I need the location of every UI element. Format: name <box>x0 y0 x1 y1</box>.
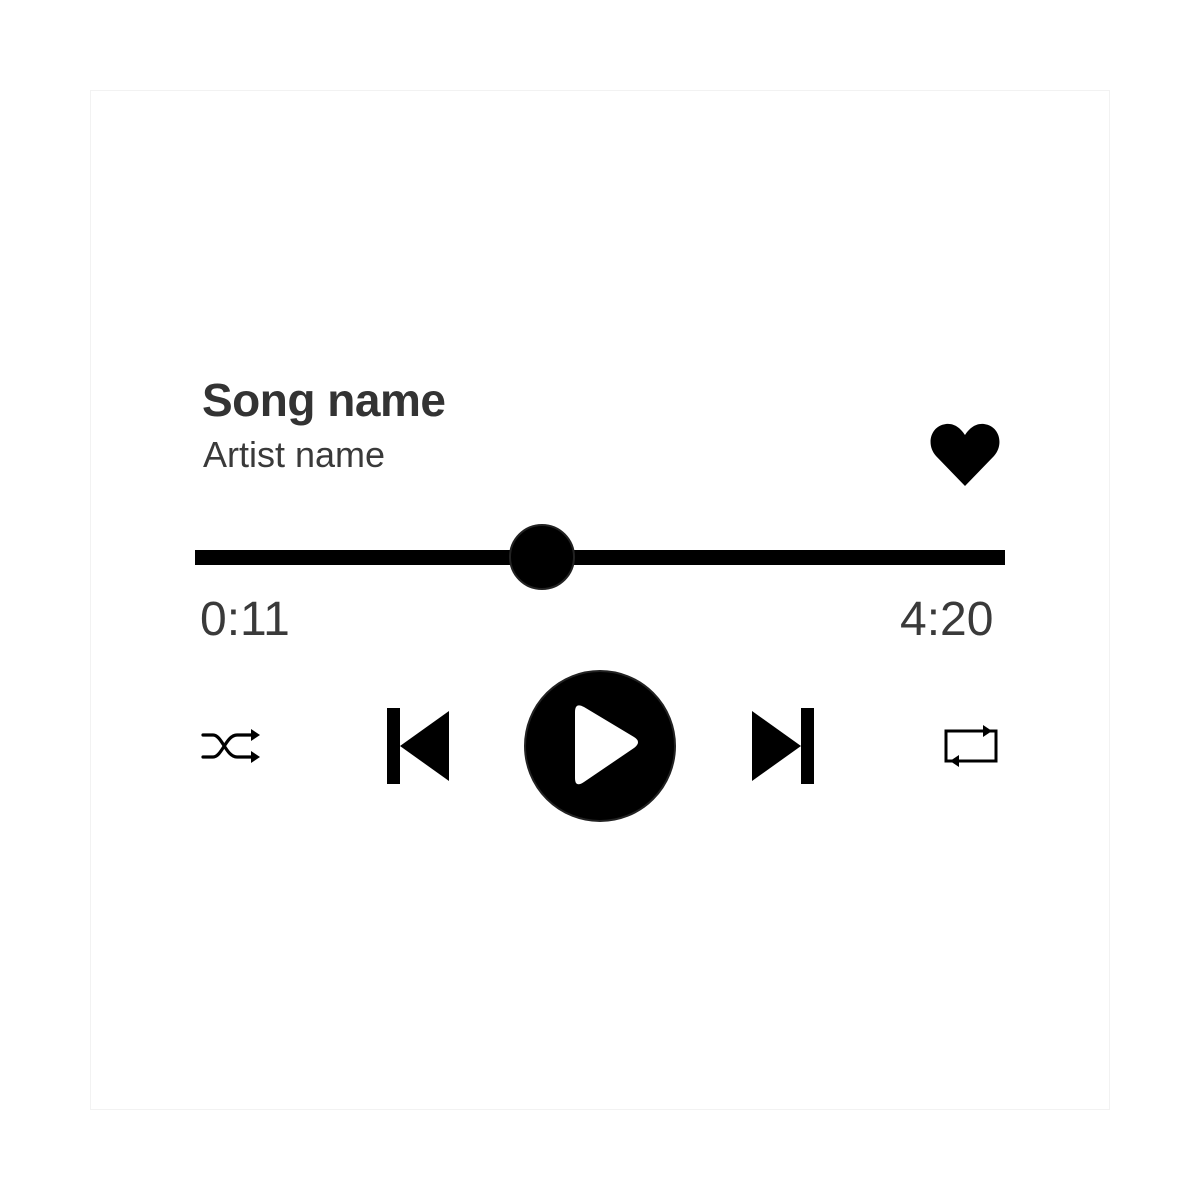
heart-icon <box>930 423 1000 486</box>
previous-button[interactable] <box>385 707 451 785</box>
current-time: 0:11 <box>200 593 290 646</box>
repeat-icon <box>944 725 998 767</box>
repeat-button[interactable] <box>942 723 1000 769</box>
music-player-page: Song name Artist name 0:11 4:20 <box>0 0 1200 1200</box>
progress-handle[interactable] <box>509 524 575 590</box>
song-title: Song name <box>202 374 446 426</box>
progress-fill <box>195 550 542 565</box>
play-button[interactable] <box>522 668 678 824</box>
next-button[interactable] <box>750 707 816 785</box>
shuffle-icon <box>201 729 260 763</box>
skip-previous-icon <box>387 708 449 784</box>
progress-bar[interactable] <box>195 520 1005 596</box>
play-icon <box>524 670 676 822</box>
shuffle-button[interactable] <box>200 726 262 766</box>
total-time: 4:20 <box>900 593 994 646</box>
skip-next-icon <box>752 708 814 784</box>
artist-name: Artist name <box>203 434 386 475</box>
like-button[interactable] <box>928 420 1002 490</box>
